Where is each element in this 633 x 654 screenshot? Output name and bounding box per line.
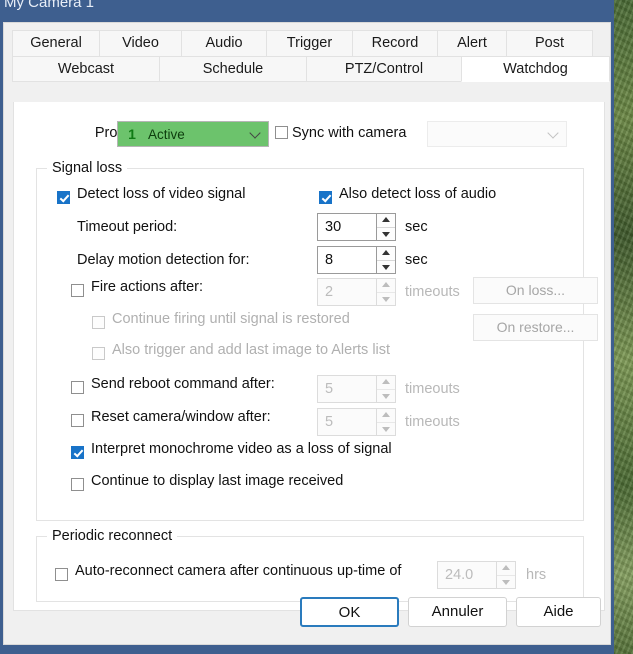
stepper-down-icon[interactable] <box>377 293 395 306</box>
stepper-down-icon[interactable] <box>377 261 395 274</box>
signal-loss-group-title: Signal loss <box>47 160 128 176</box>
fire-actions-spinner[interactable]: 2 <box>317 278 396 306</box>
signal-loss-group: Signal loss Detect loss of video signal … <box>36 160 598 521</box>
fire-actions-unit: timeouts <box>405 284 460 300</box>
send-reboot-label: Send reboot command after: <box>91 376 275 392</box>
fire-actions-value[interactable]: 2 <box>318 279 376 305</box>
camera-properties-dialog: General Video Audio Trigger Record Alert… <box>3 22 611 645</box>
help-button[interactable]: Aide <box>516 597 601 627</box>
profile-row: Profile: 1 Active Sync with camera <box>14 121 604 147</box>
on-loss-button[interactable]: On loss... <box>473 277 598 304</box>
application-window: My Camera 1 General Video Audio Trigger … <box>0 0 614 654</box>
auto-reconnect-spinner[interactable]: 24.0 <box>437 561 516 589</box>
reset-camera-checkbox[interactable] <box>71 414 84 427</box>
stepper-up-icon[interactable] <box>377 214 395 228</box>
tab-row-secondary: Webcast Schedule PTZ/Control Watchdog <box>12 56 610 82</box>
window-title-bar: My Camera 1 <box>0 0 614 22</box>
sync-with-camera-label: Sync with camera <box>292 125 407 141</box>
fire-actions-stepper[interactable] <box>376 279 395 305</box>
reset-camera-value[interactable]: 5 <box>318 409 376 435</box>
timeout-period-stepper[interactable] <box>376 214 395 240</box>
send-reboot-spinner[interactable]: 5 <box>317 375 396 403</box>
detect-video-signal-label: Detect loss of video signal <box>77 186 246 202</box>
reset-camera-stepper[interactable] <box>376 409 395 435</box>
reset-camera-label: Reset camera/window after: <box>91 409 271 425</box>
stepper-down-icon[interactable] <box>377 423 395 436</box>
auto-reconnect-value[interactable]: 24.0 <box>438 562 496 588</box>
continue-display-checkbox[interactable] <box>71 478 84 491</box>
chevron-down-icon <box>547 127 559 139</box>
also-trigger-alerts-label: Also trigger and add last image to Alert… <box>112 342 391 358</box>
tab-alert[interactable]: Alert <box>437 30 507 56</box>
fire-actions-label: Fire actions after: <box>91 279 204 295</box>
tab-webcast[interactable]: Webcast <box>12 56 160 82</box>
stepper-up-icon[interactable] <box>377 376 395 390</box>
dialog-footer: OK Annuler Aide <box>4 589 612 635</box>
send-reboot-value[interactable]: 5 <box>318 376 376 402</box>
ok-button[interactable]: OK <box>300 597 399 627</box>
auto-reconnect-checkbox[interactable] <box>55 568 68 581</box>
profile-number-badge: 1 <box>128 126 136 142</box>
timeout-period-value[interactable]: 30 <box>318 214 376 240</box>
profile-selected-value: Active <box>148 126 185 142</box>
timeout-period-label: Timeout period: <box>77 219 178 235</box>
reset-camera-unit: timeouts <box>405 414 460 430</box>
on-restore-button[interactable]: On restore... <box>473 314 598 341</box>
tab-strip: General Video Audio Trigger Record Alert… <box>4 23 610 82</box>
delay-motion-label: Delay motion detection for: <box>77 252 250 268</box>
delay-motion-spinner[interactable]: 8 <box>317 246 396 274</box>
fire-actions-checkbox[interactable] <box>71 284 84 297</box>
window-bottom-bar <box>0 645 614 654</box>
send-reboot-checkbox[interactable] <box>71 381 84 394</box>
chevron-down-icon <box>249 127 261 139</box>
sync-camera-select[interactable] <box>427 121 567 147</box>
continue-firing-label: Continue firing until signal is restored <box>112 311 350 327</box>
stepper-down-icon[interactable] <box>377 390 395 403</box>
also-trigger-alerts-checkbox[interactable] <box>92 347 105 360</box>
tab-record[interactable]: Record <box>352 30 438 56</box>
tab-watchdog[interactable]: Watchdog <box>461 56 610 82</box>
stepper-down-icon[interactable] <box>497 576 515 589</box>
periodic-reconnect-group-title: Periodic reconnect <box>47 528 178 544</box>
stepper-up-icon[interactable] <box>377 409 395 423</box>
stepper-up-icon[interactable] <box>497 562 515 576</box>
tab-trigger[interactable]: Trigger <box>266 30 353 56</box>
detect-video-signal-checkbox[interactable] <box>57 191 70 204</box>
window-title: My Camera 1 <box>4 0 95 11</box>
auto-reconnect-stepper[interactable] <box>496 562 515 588</box>
auto-reconnect-label: Auto-reconnect camera after continuous u… <box>75 563 402 579</box>
tab-post[interactable]: Post <box>506 30 593 56</box>
timeout-period-unit: sec <box>405 219 428 235</box>
stepper-down-icon[interactable] <box>377 228 395 241</box>
tab-row-primary: General Video Audio Trigger Record Alert… <box>12 30 610 56</box>
tab-video[interactable]: Video <box>99 30 182 56</box>
delay-motion-value[interactable]: 8 <box>318 247 376 273</box>
tab-general[interactable]: General <box>12 30 100 56</box>
send-reboot-stepper[interactable] <box>376 376 395 402</box>
sync-with-camera-checkbox[interactable] <box>275 126 288 139</box>
tab-audio[interactable]: Audio <box>181 30 267 56</box>
interpret-monochrome-checkbox[interactable] <box>71 446 84 459</box>
stepper-up-icon[interactable] <box>377 279 395 293</box>
detect-audio-loss-checkbox[interactable] <box>319 191 332 204</box>
auto-reconnect-unit: hrs <box>526 567 547 583</box>
send-reboot-unit: timeouts <box>405 381 460 397</box>
tab-ptz-control[interactable]: PTZ/Control <box>306 56 462 82</box>
profile-select[interactable]: 1 Active <box>117 121 269 147</box>
interpret-monochrome-label: Interpret monochrome video as a loss of … <box>91 441 392 457</box>
delay-motion-unit: sec <box>405 252 428 268</box>
cancel-button[interactable]: Annuler <box>408 597 507 627</box>
continue-firing-checkbox[interactable] <box>92 316 105 329</box>
detect-audio-loss-label: Also detect loss of audio <box>339 186 497 202</box>
reset-camera-spinner[interactable]: 5 <box>317 408 396 436</box>
timeout-period-spinner[interactable]: 30 <box>317 213 396 241</box>
stepper-up-icon[interactable] <box>377 247 395 261</box>
continue-display-label: Continue to display last image received <box>91 473 344 489</box>
delay-motion-stepper[interactable] <box>376 247 395 273</box>
watchdog-panel: Profile: 1 Active Sync with camera Signa… <box>13 102 605 611</box>
tab-schedule[interactable]: Schedule <box>159 56 307 82</box>
